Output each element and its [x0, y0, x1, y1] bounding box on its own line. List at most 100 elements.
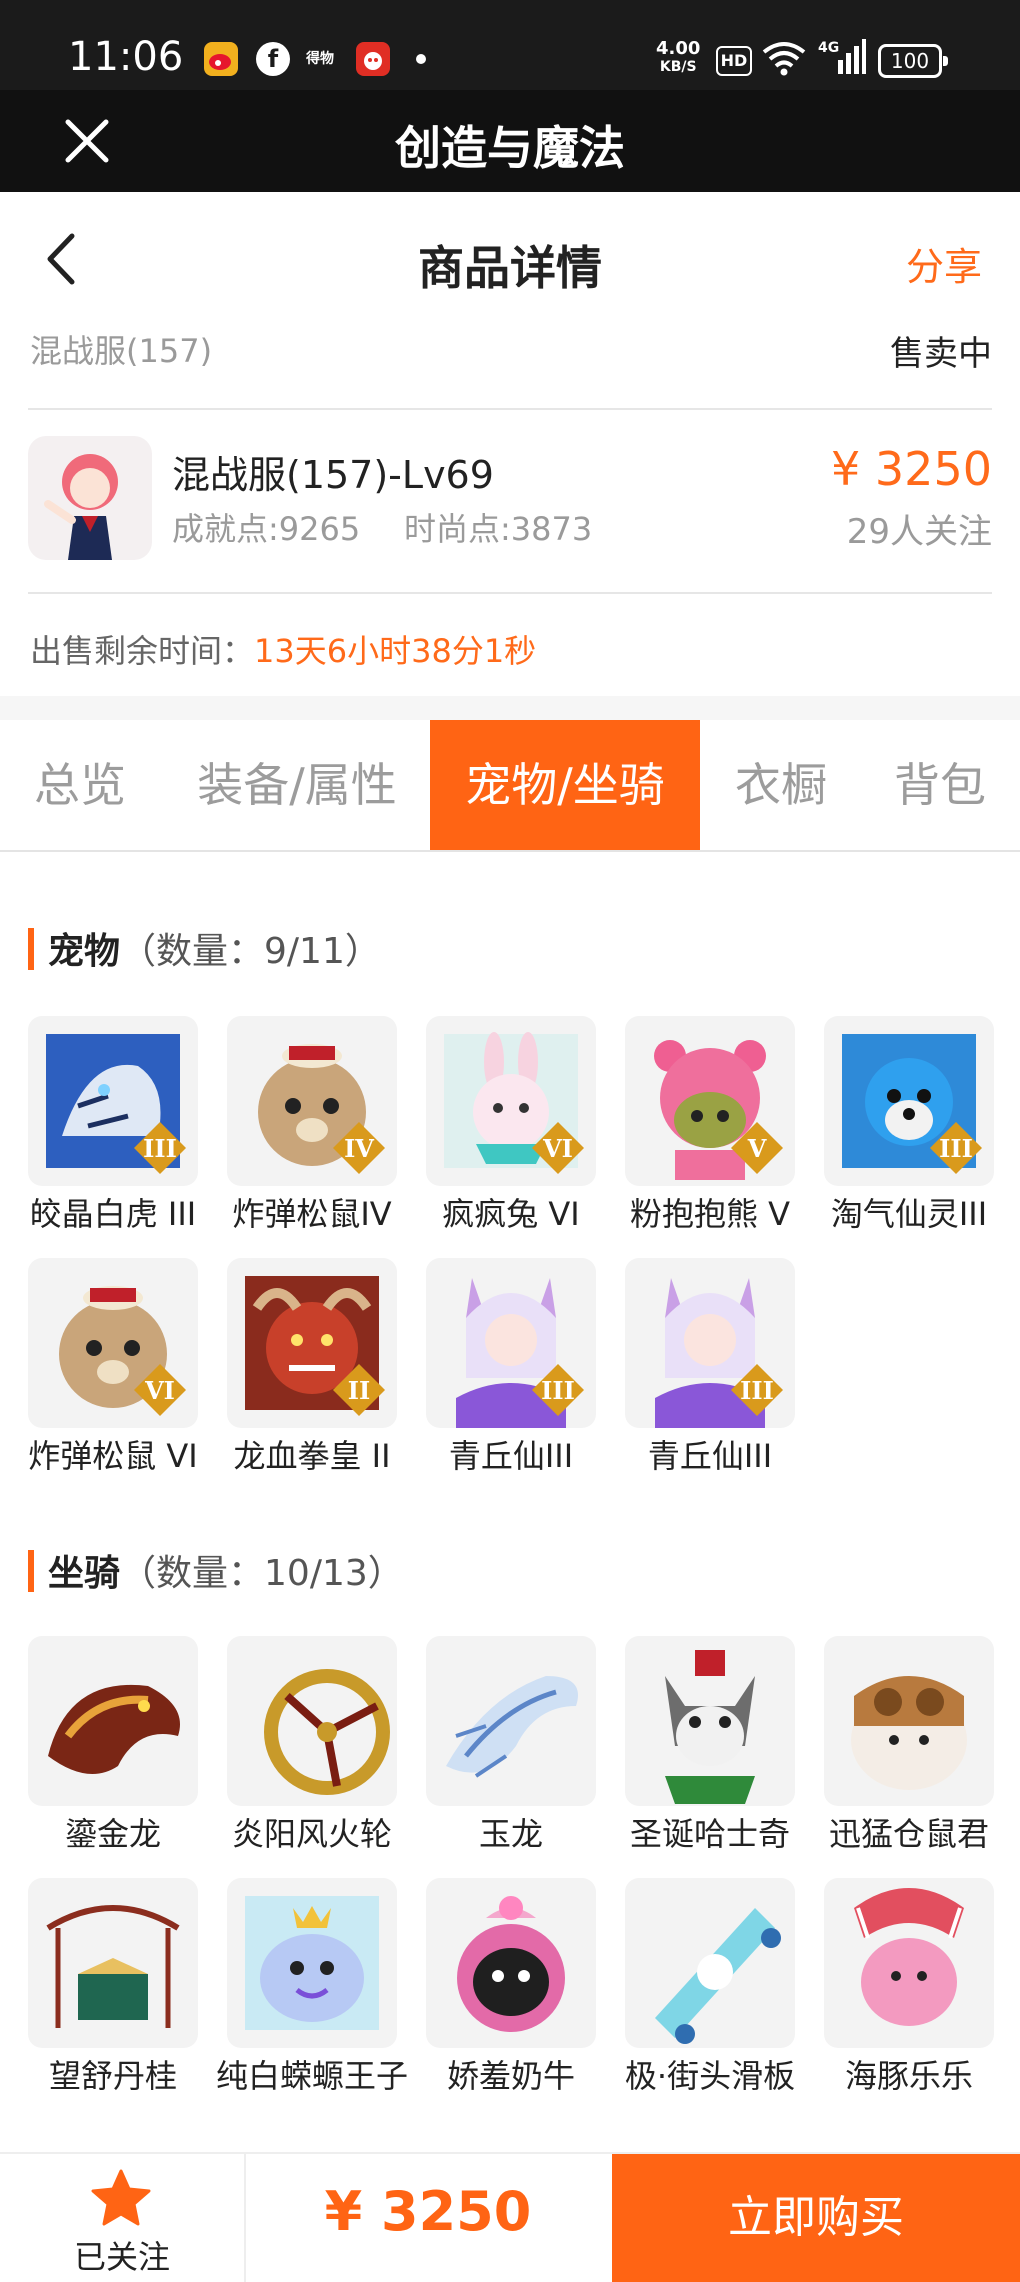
rank-badge-icon: VI: [530, 1120, 586, 1176]
rank-text: V: [747, 1134, 767, 1163]
pet-item[interactable]: VI 疯疯兔 VI: [426, 1016, 596, 1234]
sale-status: 售卖中: [890, 334, 992, 374]
mount-thumbnail: [824, 1878, 994, 2048]
pet-item[interactable]: IV 炸弹松鼠IV: [227, 1016, 397, 1234]
pet-thumbnail: III: [824, 1016, 994, 1186]
mount-item[interactable]: 迅猛仓鼠君: [824, 1636, 994, 1854]
mount-name: 望舒丹桂: [48, 2057, 177, 2095]
achievement-points: 成就点:9265: [172, 510, 361, 548]
pet-thumbnail: IV: [227, 1016, 397, 1186]
tab-overview[interactable]: 总览: [20, 720, 140, 850]
divider: [28, 592, 992, 594]
rank-text: III: [541, 1376, 575, 1405]
pet-item[interactable]: VI 炸弹松鼠 VI: [28, 1258, 198, 1476]
pet-name: 青丘仙III: [647, 1437, 773, 1475]
mount-thumbnail: [227, 1636, 397, 1806]
hd-icon: HD: [716, 46, 752, 76]
pet-name: 青丘仙III: [448, 1437, 574, 1475]
rank-text: VI: [542, 1134, 573, 1163]
pets-title: 宠物: [48, 931, 121, 972]
pet-thumbnail: VI: [28, 1258, 198, 1428]
pet-thumbnail: V: [625, 1016, 795, 1186]
rank-badge-icon: III: [928, 1120, 984, 1176]
mount-thumbnail: [625, 1878, 795, 2048]
app-title: 创造与魔法: [395, 121, 625, 175]
mount-name: 娇羞奶牛: [446, 2057, 575, 2095]
remaining-label: 出售剩余时间：: [30, 632, 255, 670]
rank-text: VI: [144, 1376, 175, 1405]
rank-badge-icon: III: [132, 1120, 188, 1176]
pet-thumbnail: III: [28, 1016, 198, 1186]
mount-thumbnail: [426, 1636, 596, 1806]
buy-now-button[interactable]: 立即购买: [612, 2154, 1020, 2282]
follow-label: 已关注: [73, 2238, 170, 2276]
rank-badge-icon: V: [729, 1120, 785, 1176]
mounts-section-title: 坐骑（数量：10/13）: [28, 1544, 404, 1596]
bottom-action-bar: 已关注 ¥ 3250 立即购买: [0, 2152, 1020, 2282]
avatar: [28, 436, 152, 560]
pet-item[interactable]: II 龙血拳皇 II: [227, 1258, 397, 1476]
pet-item[interactable]: III 皎晶白虎 III: [28, 1016, 198, 1234]
mount-item[interactable]: 海豚乐乐: [824, 1878, 994, 2096]
pet-name: 炸弹松鼠IV: [232, 1195, 392, 1233]
mount-name: 鎏金龙: [64, 1815, 161, 1853]
tab-wardrobe[interactable]: 衣橱: [724, 720, 838, 850]
mount-item[interactable]: 鎏金龙: [28, 1636, 198, 1854]
rank-text: II: [348, 1376, 370, 1405]
status-time: 11:06: [68, 34, 184, 80]
mount-item[interactable]: 纯白蝾螈王子: [216, 1878, 408, 2096]
remaining-value: 13天6小时38分1秒: [254, 632, 537, 670]
share-button[interactable]: 分享: [906, 236, 982, 291]
rank-badge-icon: VI: [132, 1362, 188, 1418]
tab-pets-mounts[interactable]: 宠物/坐骑: [430, 720, 700, 850]
wifi-icon: [762, 40, 806, 80]
pet-name: 粉抱抱熊 V: [629, 1195, 791, 1233]
page-title: 商品详情: [418, 241, 602, 295]
mount-item[interactable]: 望舒丹桂: [28, 1878, 198, 2096]
pet-name: 龙血拳皇 II: [233, 1437, 391, 1475]
bottom-price: ¥ 3250: [324, 2180, 532, 2243]
mount-name: 纯白蝾螈王子: [215, 2057, 408, 2095]
mount-thumbnail: [824, 1636, 994, 1806]
section-gap: [0, 696, 1020, 720]
battery-icon: 100: [878, 44, 948, 78]
rank-text: IV: [344, 1134, 374, 1163]
mount-item[interactable]: 极·街头滑板: [625, 1878, 795, 2096]
pet-thumbnail: III: [426, 1258, 596, 1428]
mount-item[interactable]: 炎阳风火轮: [227, 1636, 397, 1854]
mount-name: 海豚乐乐: [844, 2057, 973, 2095]
pet-item[interactable]: III 淘气仙灵III: [824, 1016, 994, 1234]
pet-name: 皎晶白虎 III: [29, 1195, 197, 1233]
mount-item[interactable]: 玉龙: [426, 1636, 596, 1854]
tab-backpack[interactable]: 背包: [880, 720, 1000, 850]
remaining-time: 出售剩余时间：13天6小时38分1秒: [30, 626, 536, 672]
pet-item[interactable]: III 青丘仙III: [426, 1258, 596, 1476]
mounts-count: （数量：10/13）: [120, 1553, 404, 1594]
rank-badge-icon: IV: [331, 1120, 387, 1176]
mount-item[interactable]: 娇羞奶牛: [426, 1878, 596, 2096]
account-card: 混战服(157)-Lv69 成就点:9265 时尚点:3873 ¥ 3250 2…: [28, 436, 992, 572]
pet-item[interactable]: III 青丘仙III: [625, 1258, 795, 1476]
account-name: 混战服(157)-Lv69: [172, 453, 494, 497]
speed-value: 4.00: [656, 38, 701, 59]
app-bar: 创造与魔法: [0, 90, 1020, 192]
fashion-points: 时尚点:3873: [404, 510, 593, 548]
account-price: ¥ 3250: [831, 442, 992, 496]
section-accent-bar: [28, 928, 34, 970]
rank-badge-icon: III: [729, 1362, 785, 1418]
pet-thumbnail: III: [625, 1258, 795, 1428]
mount-name: 玉龙: [478, 1815, 543, 1853]
divider: [28, 408, 992, 410]
mount-name: 迅猛仓鼠君: [828, 1815, 989, 1853]
network-type: 4G: [818, 40, 839, 56]
rank-text: III: [143, 1134, 177, 1163]
pet-thumbnail: II: [227, 1258, 397, 1428]
mount-item[interactable]: 圣诞哈士奇: [625, 1636, 795, 1854]
mount-name: 圣诞哈士奇: [629, 1815, 790, 1853]
pets-count: （数量：9/11）: [120, 931, 381, 972]
pet-item[interactable]: V 粉抱抱熊 V: [625, 1016, 795, 1234]
tab-equipment[interactable]: 装备/属性: [190, 720, 404, 850]
server-name: 混战服(157): [30, 332, 213, 370]
weibo-icon: [204, 42, 238, 76]
follow-button[interactable]: 已关注: [0, 2154, 246, 2282]
